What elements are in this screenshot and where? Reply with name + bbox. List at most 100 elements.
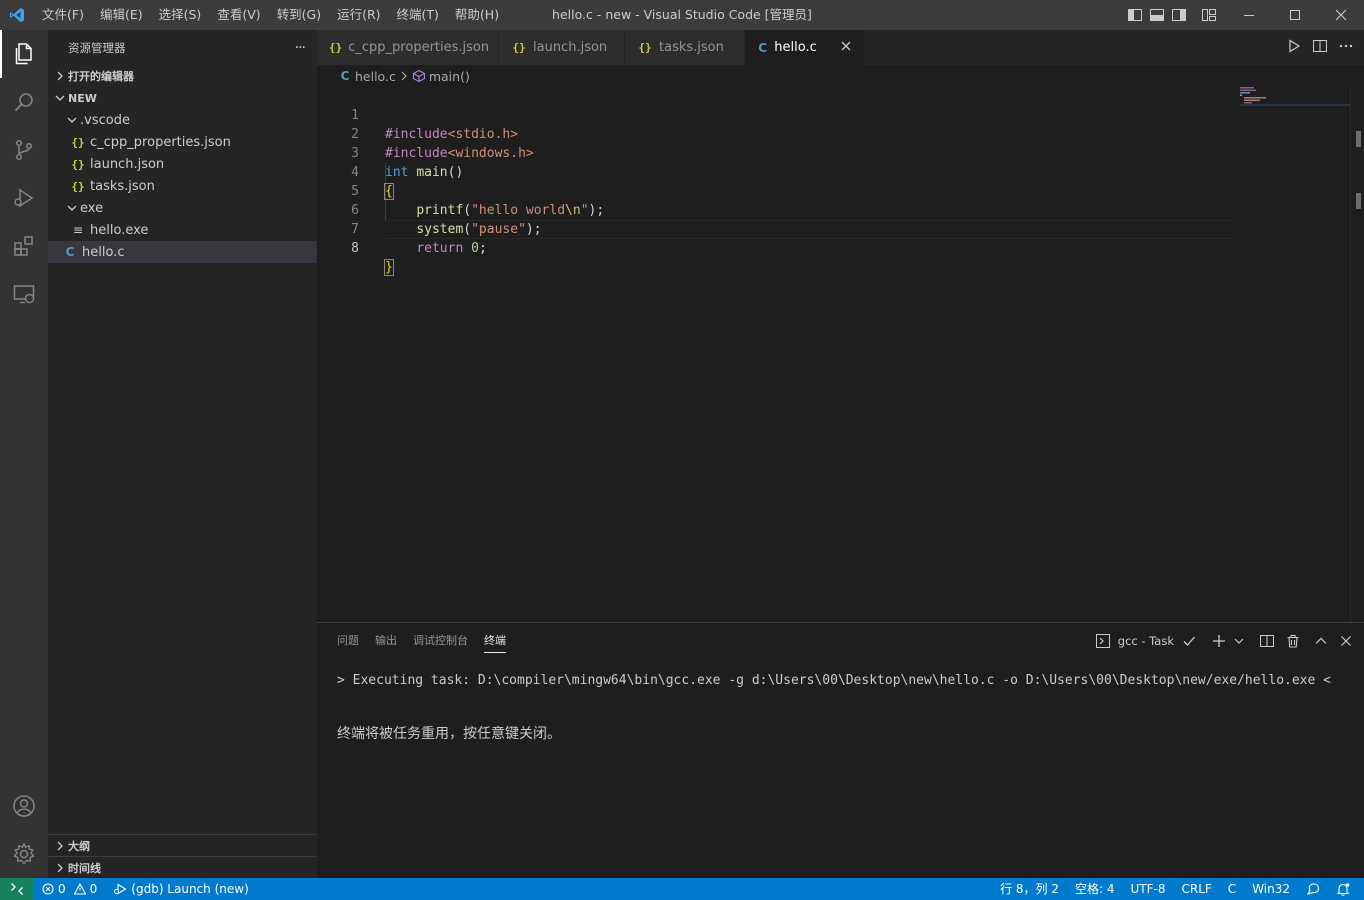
- menu-run[interactable]: 运行(R): [329, 0, 388, 30]
- run-file-icon[interactable]: [1286, 38, 1302, 58]
- maximize-icon[interactable]: [1272, 0, 1318, 30]
- extensions-icon[interactable]: [0, 222, 48, 270]
- menu-file[interactable]: 文件(F): [34, 0, 92, 30]
- tab-c-cpp-properties[interactable]: {} c_cpp_properties.json: [317, 30, 499, 65]
- json-file-icon: {}: [71, 135, 85, 149]
- toggle-panel-icon[interactable]: [1146, 0, 1168, 30]
- panel-tab-output[interactable]: 输出: [367, 623, 405, 659]
- remote-explorer-icon[interactable]: [0, 270, 48, 318]
- close-tab-icon[interactable]: [841, 40, 852, 55]
- minimize-icon[interactable]: [1226, 0, 1272, 30]
- toggle-secondary-sidebar-icon[interactable]: [1168, 0, 1190, 30]
- remote-indicator-icon[interactable]: [0, 878, 34, 900]
- split-editor-icon[interactable]: [1312, 38, 1328, 58]
- breadcrumb-file[interactable]: hello.c: [355, 69, 396, 84]
- bottom-panel: 问题 输出 调试控制台 终端 gcc - Task > Executing ta…: [317, 622, 1364, 878]
- code-line-8: 8 }: [317, 220, 1232, 276]
- new-terminal-plus-icon[interactable]: [1212, 634, 1226, 648]
- panel-tab-debug-console[interactable]: 调试控制台: [405, 623, 476, 659]
- problems-status[interactable]: 0 0: [34, 878, 105, 900]
- timeline-label: 时间线: [68, 861, 101, 875]
- toggle-primary-sidebar-icon[interactable]: [1124, 0, 1146, 30]
- eol-status[interactable]: CRLF: [1173, 878, 1219, 900]
- close-window-icon[interactable]: [1318, 0, 1364, 30]
- folder-section-new[interactable]: NEW: [48, 87, 317, 109]
- language-mode[interactable]: C: [1220, 878, 1244, 900]
- c-file-icon: C: [340, 69, 350, 83]
- tree-file-launch[interactable]: {} launch.json: [48, 153, 317, 175]
- account-icon[interactable]: [0, 782, 48, 830]
- chevron-down-icon[interactable]: [1234, 636, 1244, 646]
- notifications-bell-icon[interactable]: [1328, 878, 1358, 900]
- tree-file-tasks[interactable]: {} tasks.json: [48, 175, 317, 197]
- menu-go[interactable]: 转到(G): [269, 0, 329, 30]
- menu-view[interactable]: 查看(V): [209, 0, 268, 30]
- explorer-files-icon[interactable]: [0, 30, 48, 78]
- run-debug-icon[interactable]: [0, 174, 48, 222]
- tree-folder-exe[interactable]: exe: [48, 197, 317, 219]
- terminal-selector[interactable]: gcc - Task: [1118, 634, 1174, 648]
- menu-edit[interactable]: 编辑(E): [92, 0, 151, 30]
- menu-bar: 文件(F) 编辑(E) 选择(S) 查看(V) 转到(G) 运行(R) 终端(T…: [34, 0, 507, 30]
- editor-vertical-scrollbar[interactable]: [1350, 87, 1364, 622]
- terminal-task-line: > Executing task: D:\compiler\mingw64\bi…: [337, 673, 1331, 688]
- tree-item-label: c_cpp_properties.json: [90, 134, 231, 150]
- error-icon: [42, 883, 54, 895]
- check-icon: [1182, 634, 1196, 648]
- tree-file-hello-exe[interactable]: ≡ hello.exe: [48, 219, 317, 241]
- debug-config-label: (gdb) Launch (new): [131, 882, 249, 896]
- split-terminal-icon[interactable]: [1260, 634, 1274, 648]
- title-bar: 文件(F) 编辑(E) 选择(S) 查看(V) 转到(G) 运行(R) 终端(T…: [0, 0, 1364, 30]
- timeline-section[interactable]: 时间线: [48, 856, 317, 878]
- breadcrumb-symbol[interactable]: main(): [429, 69, 470, 84]
- tree-item-label: hello.c: [82, 244, 125, 260]
- open-editors-label: 打开的编辑器: [68, 70, 134, 83]
- encoding-status[interactable]: UTF-8: [1123, 878, 1174, 900]
- code-line-5: 5 printf("hello world\n");: [317, 163, 1232, 218]
- maximize-panel-icon[interactable]: [1314, 634, 1328, 648]
- search-icon[interactable]: [0, 78, 48, 126]
- chevron-down-icon: [52, 90, 68, 106]
- c-file-icon: C: [65, 245, 75, 259]
- tree-item-label: hello.exe: [90, 222, 149, 238]
- source-control-icon[interactable]: [0, 126, 48, 174]
- keyword: return: [416, 241, 464, 256]
- tree-item-label: exe: [80, 200, 104, 216]
- tab-hello-c[interactable]: C hello.c: [745, 30, 865, 65]
- panel-tab-terminal[interactable]: 终端: [476, 623, 514, 659]
- tab-label: hello.c: [774, 40, 817, 55]
- more-actions-icon[interactable]: [1338, 38, 1354, 58]
- cursor-position[interactable]: 行 8，列 2: [992, 878, 1067, 900]
- binary-file-icon: ≡: [72, 223, 84, 237]
- close-panel-icon[interactable]: [1340, 635, 1352, 647]
- more-actions-icon[interactable]: ···: [295, 40, 306, 56]
- tree-file-hello-c[interactable]: C hello.c: [48, 241, 317, 263]
- chevron-right-icon: [52, 838, 68, 854]
- chevron-right-icon: [52, 860, 68, 876]
- outline-section[interactable]: 大纲: [48, 834, 317, 856]
- code-editor[interactable]: 1 #include<stdio.h> 2 #include<windows.h…: [317, 87, 1364, 622]
- error-count: 0: [58, 882, 66, 896]
- open-editors-section[interactable]: 打开的编辑器: [48, 65, 317, 87]
- minimap[interactable]: [1240, 87, 1350, 107]
- customize-layout-icon[interactable]: [1198, 0, 1220, 30]
- trash-icon[interactable]: [1286, 634, 1300, 648]
- panel-tab-problems[interactable]: 问题: [329, 623, 367, 659]
- menu-help[interactable]: 帮助(H): [447, 0, 507, 30]
- feedback-icon[interactable]: [1298, 878, 1328, 900]
- code-line-4: 4 {: [317, 144, 1232, 200]
- menu-terminal[interactable]: 终端(T): [389, 0, 447, 30]
- tab-label: tasks.json: [659, 40, 724, 55]
- menu-selection[interactable]: 选择(S): [151, 0, 210, 30]
- indentation-status[interactable]: 空格: 4: [1067, 878, 1123, 900]
- explorer-sidebar: 资源管理器 ··· 打开的编辑器 NEW .vscode {} c_cpp_pr…: [48, 30, 317, 878]
- tree-file-c-cpp-properties[interactable]: {} c_cpp_properties.json: [48, 131, 317, 153]
- manage-gear-icon[interactable]: [0, 830, 48, 878]
- tab-launch[interactable]: {} launch.json: [499, 30, 625, 65]
- tab-tasks[interactable]: {} tasks.json: [625, 30, 745, 65]
- tree-item-label: tasks.json: [90, 178, 155, 194]
- tree-folder-vscode[interactable]: .vscode: [48, 109, 317, 131]
- platform-config[interactable]: Win32: [1244, 878, 1298, 900]
- code-line-3: 3 int main(): [317, 125, 1232, 180]
- debug-launch-status[interactable]: (gdb) Launch (new): [105, 878, 256, 900]
